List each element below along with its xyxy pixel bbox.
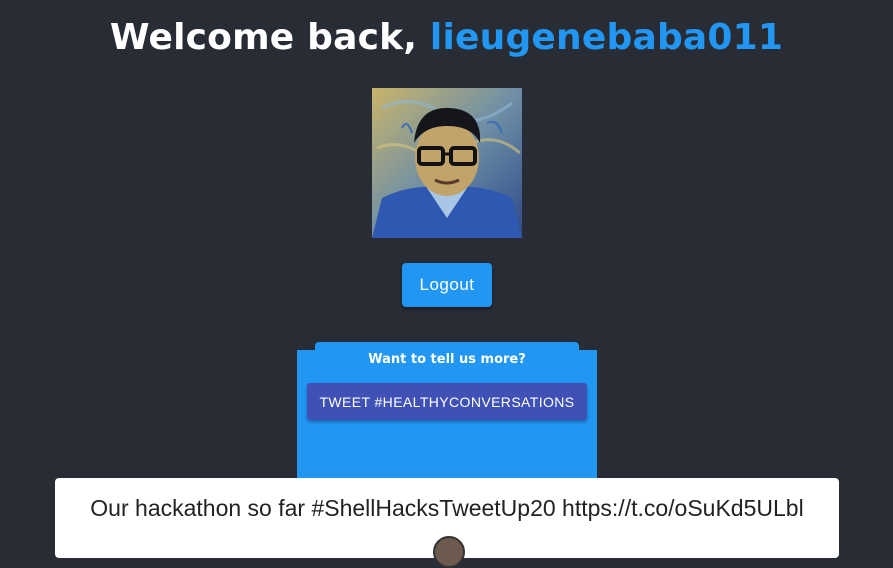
avatar-portrait-icon — [372, 88, 522, 238]
welcome-greeting: Welcome back, — [109, 17, 430, 58]
tweet-author-avatar — [433, 536, 465, 568]
tweet-card: Our hackathon so far #ShellHacksTweetUp2… — [55, 478, 839, 568]
username: lieugenebaba011 — [429, 17, 784, 58]
tweet-button[interactable]: TWEET #HEALTHYCONVERSATIONS — [307, 383, 587, 420]
profile-avatar — [372, 88, 522, 238]
welcome-heading: Welcome back, lieugenebaba011 — [0, 17, 893, 58]
prompt-card-title: Want to tell us more? — [368, 352, 526, 367]
tweet-text: Our hackathon so far #ShellHacksTweetUp2… — [90, 495, 804, 521]
logout-button[interactable]: Logout — [402, 263, 492, 307]
